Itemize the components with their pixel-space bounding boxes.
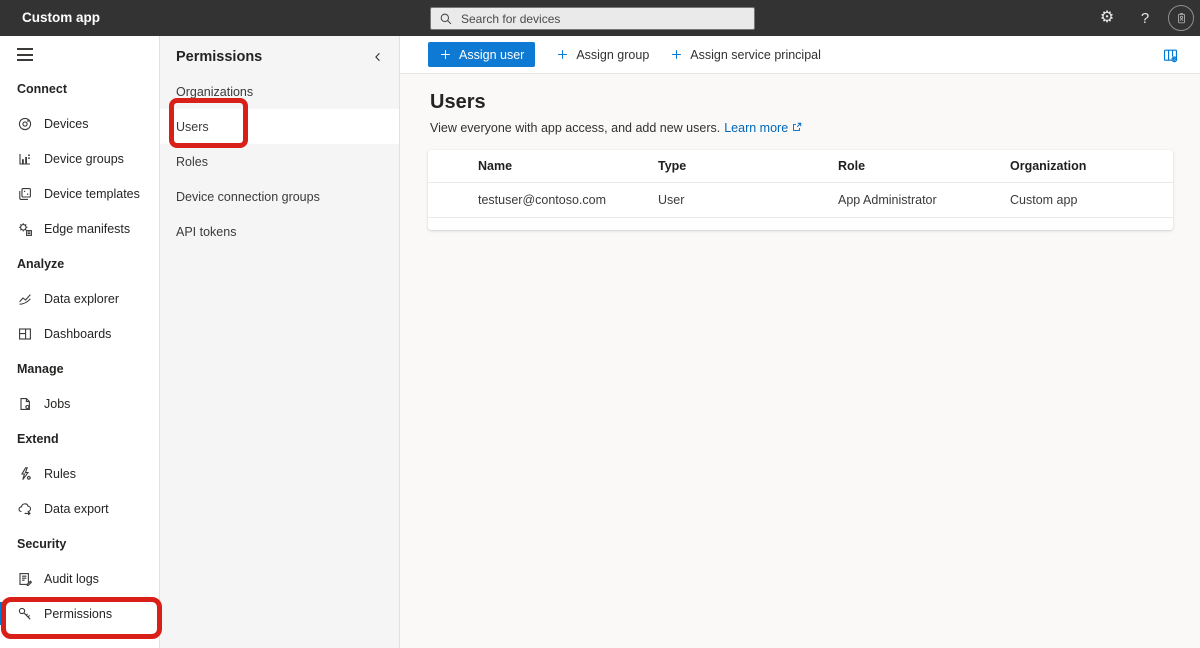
dashboards-icon bbox=[17, 326, 33, 342]
command-bar: Assign user Assign group Assign service … bbox=[400, 36, 1200, 74]
panel-title: Permissions bbox=[176, 49, 263, 65]
panel-item-device-connection-groups[interactable]: Device connection groups bbox=[160, 179, 399, 214]
device-groups-icon bbox=[17, 151, 33, 167]
page-description: View everyone with app access, and add n… bbox=[430, 121, 1200, 135]
device-search[interactable] bbox=[430, 7, 755, 30]
nav-item-device-groups[interactable]: Device groups bbox=[0, 141, 159, 176]
data-explorer-icon bbox=[17, 291, 33, 307]
nav-section-analyze: Analyze bbox=[17, 256, 65, 271]
nav-section-extend: Extend bbox=[17, 431, 59, 446]
panel-header: Permissions bbox=[160, 36, 399, 74]
topbar-actions: ⚙ ? bbox=[1088, 0, 1194, 36]
panel-item-organizations[interactable]: Organizations bbox=[160, 74, 399, 109]
search-input[interactable] bbox=[459, 10, 746, 27]
gear-icon: ⚙ bbox=[1099, 9, 1115, 26]
page-title: Users bbox=[430, 91, 486, 113]
assign-user-button[interactable]: Assign user bbox=[428, 42, 536, 67]
cell-organization: Custom app bbox=[1010, 193, 1078, 207]
settings-button[interactable]: ⚙ bbox=[1088, 0, 1126, 36]
plus-icon bbox=[672, 50, 682, 59]
permissions-panel: Permissions Organizations Users Roles De… bbox=[160, 36, 400, 648]
help-icon: ? bbox=[1140, 9, 1150, 27]
assign-group-button[interactable]: Assign group bbox=[556, 48, 649, 62]
jobs-icon bbox=[17, 396, 33, 412]
main-content: Assign user Assign group Assign service … bbox=[400, 36, 1200, 648]
table-header-row: Name Type Role Organization bbox=[428, 150, 1173, 183]
nav-item-rules[interactable]: Rules bbox=[0, 456, 159, 491]
cell-name: testuser@contoso.com bbox=[478, 193, 607, 207]
external-link-icon bbox=[793, 122, 802, 131]
app-title: Custom app bbox=[22, 10, 101, 25]
column-options-button[interactable] bbox=[1162, 47, 1179, 64]
table-row[interactable]: testuser@contoso.com User App Administra… bbox=[428, 183, 1173, 218]
table-footer bbox=[428, 218, 1173, 230]
column-header-name: Name bbox=[478, 159, 513, 173]
nav-item-data-explorer[interactable]: Data explorer bbox=[0, 281, 159, 316]
hamburger-icon bbox=[17, 48, 33, 50]
cell-role: App Administrator bbox=[838, 193, 937, 207]
nav-item-edge-manifests[interactable]: Edge manifests bbox=[0, 211, 159, 246]
data-export-icon bbox=[17, 501, 33, 517]
column-options-icon bbox=[1163, 49, 1178, 63]
panel-item-api-tokens[interactable]: API tokens bbox=[160, 214, 399, 249]
column-header-organization: Organization bbox=[1010, 159, 1087, 173]
nav-item-dashboards[interactable]: Dashboards bbox=[0, 316, 159, 351]
permissions-icon bbox=[17, 606, 33, 622]
account-badge-icon bbox=[1174, 11, 1189, 26]
account-button[interactable] bbox=[1168, 5, 1194, 31]
column-header-role: Role bbox=[838, 159, 866, 173]
nav-section-security: Security bbox=[17, 536, 67, 551]
nav-item-device-templates[interactable]: Device templates bbox=[0, 176, 159, 211]
learn-more-link[interactable]: Learn more bbox=[724, 121, 803, 135]
cell-type: User bbox=[658, 193, 685, 207]
nav-item-devices[interactable]: Devices bbox=[0, 106, 159, 141]
edge-manifests-icon bbox=[17, 221, 33, 237]
help-button[interactable]: ? bbox=[1126, 0, 1164, 36]
chevron-left-icon bbox=[375, 52, 380, 62]
nav-collapse-button[interactable] bbox=[0, 36, 159, 71]
search-icon bbox=[439, 12, 453, 26]
plus-icon bbox=[558, 50, 568, 59]
plus-icon bbox=[441, 50, 450, 59]
audit-logs-icon bbox=[17, 571, 33, 587]
nav-section-manage: Manage bbox=[17, 361, 64, 376]
app-window: Custom app ⚙ ? bbox=[0, 0, 1200, 648]
nav-item-audit-logs[interactable]: Audit logs bbox=[0, 561, 159, 596]
left-nav: Connect Devices Device groups Device tem… bbox=[0, 36, 160, 648]
nav-item-jobs[interactable]: Jobs bbox=[0, 386, 159, 421]
assign-service-principal-button[interactable]: Assign service principal bbox=[670, 48, 821, 62]
users-table: Name Type Role Organization testuser@con… bbox=[428, 150, 1173, 230]
devices-icon bbox=[17, 116, 33, 132]
column-header-type: Type bbox=[658, 159, 687, 173]
nav-item-permissions[interactable]: Permissions bbox=[0, 596, 159, 631]
device-templates-icon bbox=[17, 186, 33, 202]
nav-section-connect: Connect bbox=[17, 81, 67, 96]
panel-item-roles[interactable]: Roles bbox=[160, 144, 399, 179]
nav-item-data-export[interactable]: Data export bbox=[0, 491, 159, 526]
topbar: Custom app ⚙ ? bbox=[0, 0, 1200, 36]
rules-icon bbox=[17, 466, 33, 482]
panel-collapse-button[interactable] bbox=[371, 50, 385, 64]
panel-item-users[interactable]: Users bbox=[160, 109, 399, 144]
